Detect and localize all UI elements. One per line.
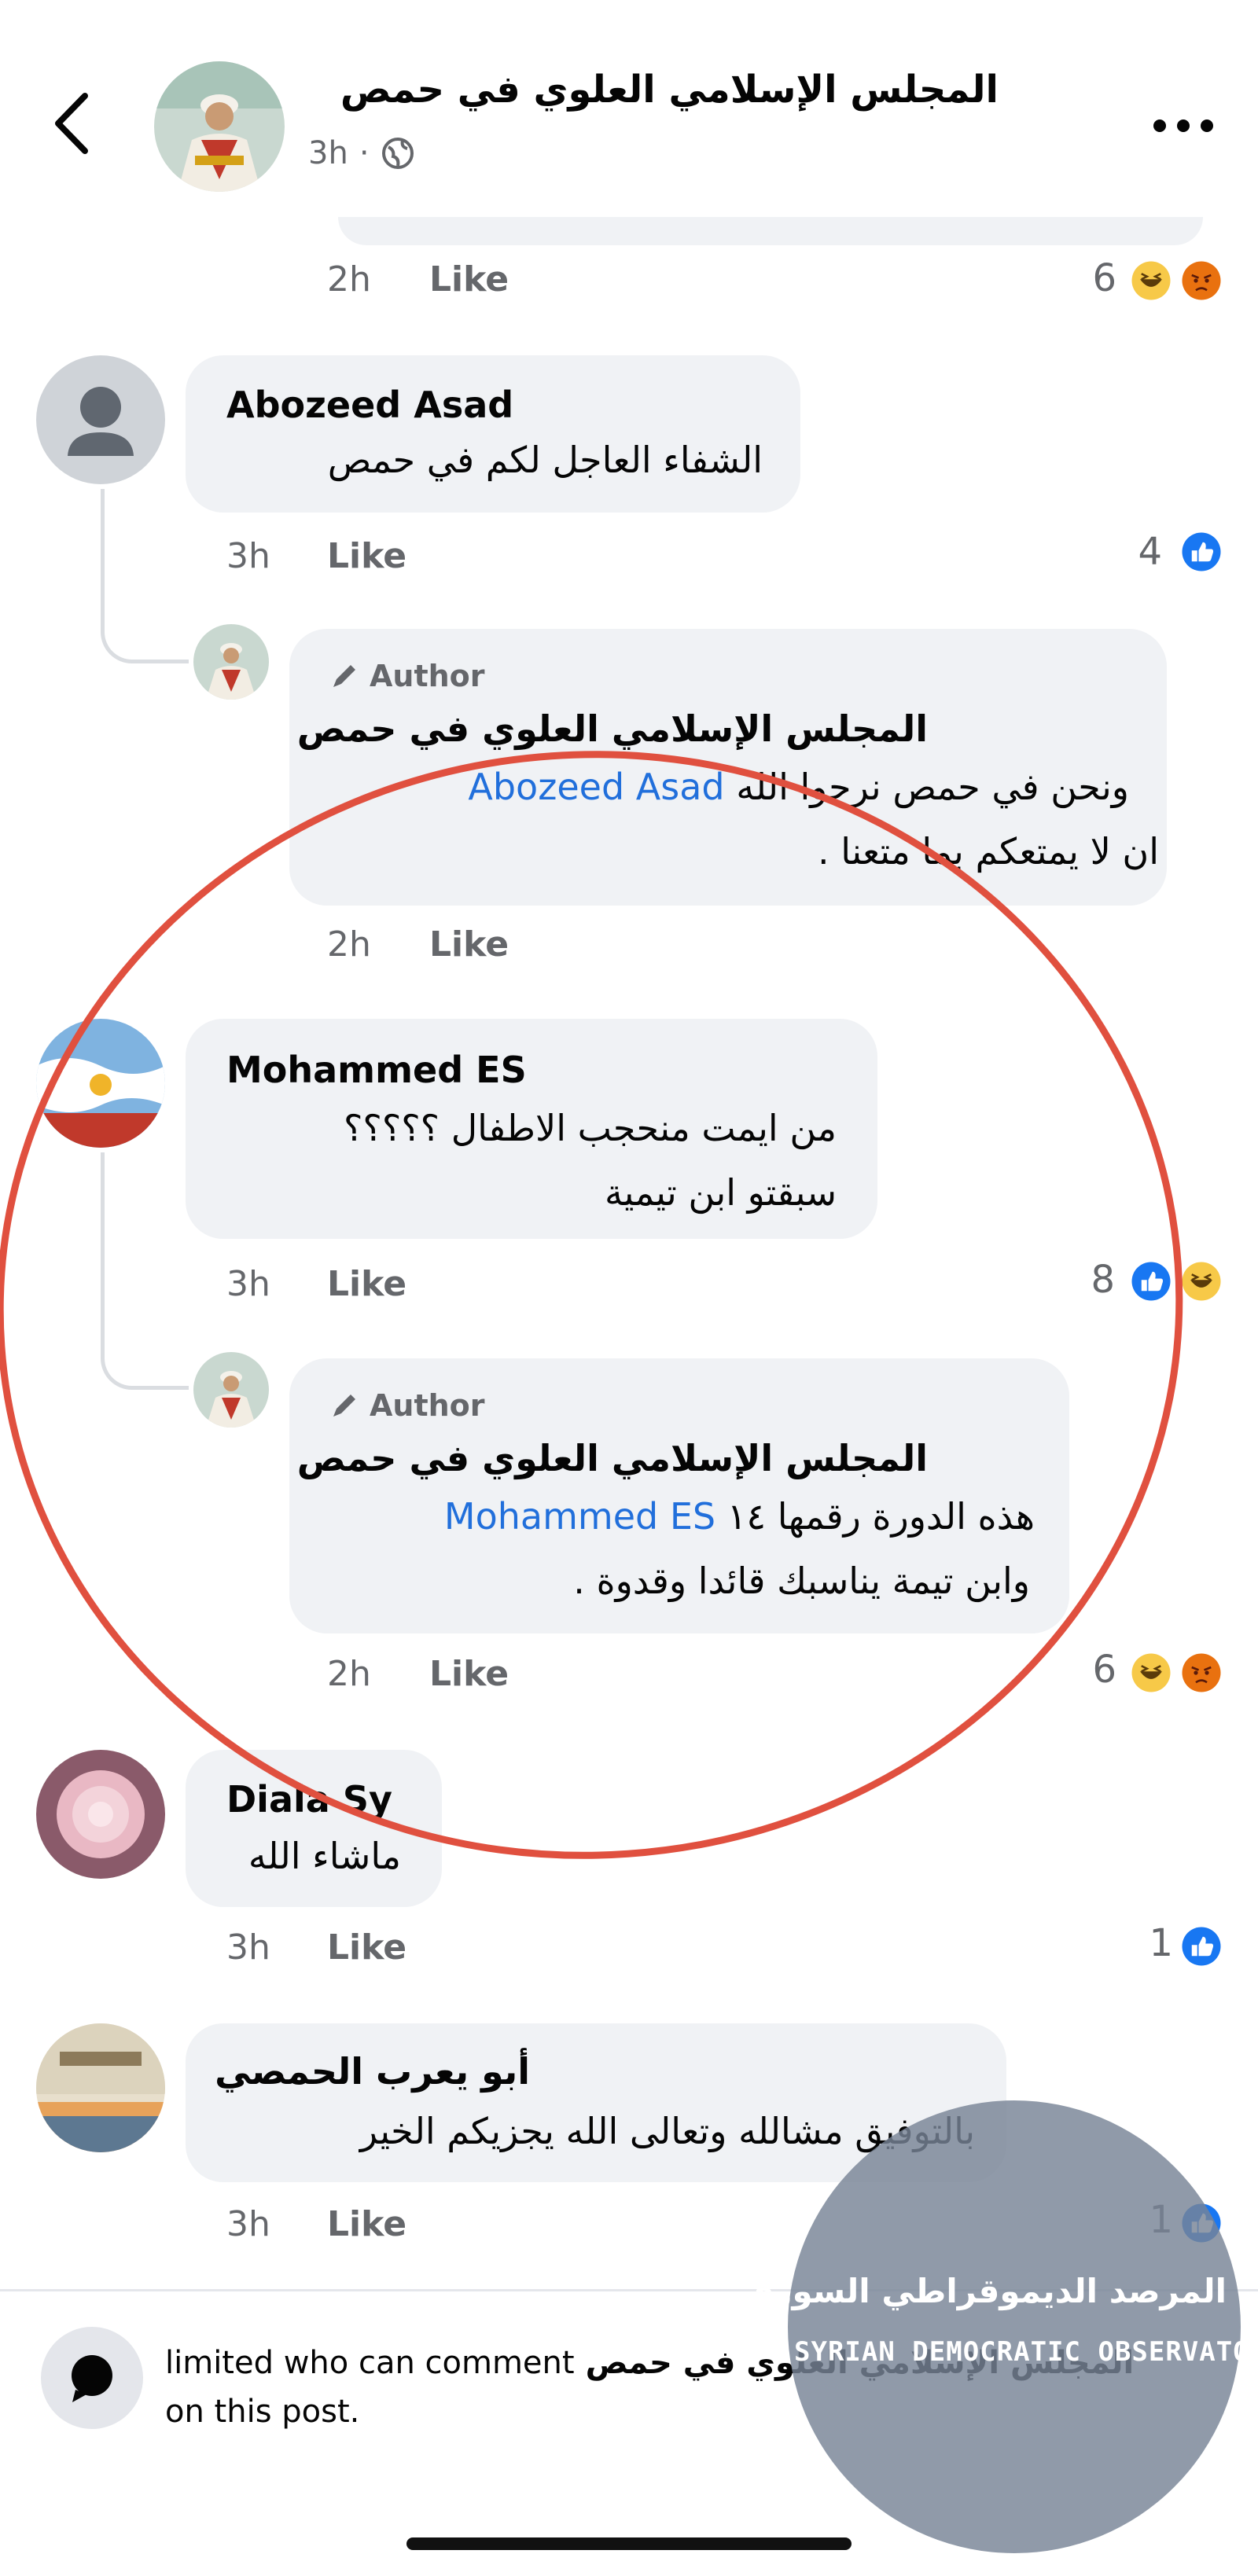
- angry-reaction-icon: [1176, 255, 1227, 306]
- watermark-arabic: المرصد الديموقراطي السوري: [742, 2272, 1227, 2310]
- haha-reaction-icon: [1126, 255, 1176, 306]
- comment-time[interactable]: 3h: [226, 2204, 270, 2244]
- author-badge: Author: [329, 659, 485, 693]
- red-annotation-circle: [0, 751, 1183, 1859]
- post-time[interactable]: 3h: [308, 135, 348, 171]
- watermark-circle: [788, 2100, 1241, 2553]
- reaction-count[interactable]: 1: [1126, 1921, 1173, 1965]
- thread-connector: [101, 489, 189, 663]
- comment-time[interactable]: 3h: [226, 536, 270, 576]
- like-button[interactable]: Like: [327, 1927, 406, 1968]
- comment-text: الشفاء العاجل لكم في حمص: [327, 439, 763, 481]
- comment-time[interactable]: 2h: [327, 259, 371, 299]
- like-reaction-icon: [1176, 527, 1227, 577]
- back-button[interactable]: [49, 88, 96, 159]
- like-button[interactable]: Like: [327, 536, 406, 576]
- reply-avatar[interactable]: [193, 624, 269, 700]
- comment-restriction-badge: [41, 2327, 143, 2429]
- page-avatar[interactable]: [154, 61, 285, 192]
- comment-author[interactable]: أبو يعرب الحمصي: [215, 2050, 530, 2093]
- post-header: المجلس الإسلامي العلوي في حمص 3h ·: [0, 0, 1258, 228]
- like-reaction-icon: [1176, 1921, 1227, 1972]
- speech-bubble-icon: [72, 2355, 112, 2402]
- more-options-button[interactable]: [1148, 102, 1219, 149]
- commenter-avatar[interactable]: [36, 355, 165, 484]
- comment-author[interactable]: Abozeed Asad: [226, 384, 513, 426]
- chevron-left-icon: [55, 93, 88, 154]
- more-dots-icon: [1153, 119, 1213, 132]
- post-meta: 3h ·: [308, 135, 415, 171]
- pencil-icon: [333, 665, 355, 687]
- comment-time[interactable]: 3h: [226, 1927, 270, 1968]
- home-indicator[interactable]: [406, 2537, 852, 2550]
- commenter-avatar[interactable]: [36, 2023, 165, 2152]
- meta-separator: ·: [359, 135, 370, 171]
- reaction-count[interactable]: 4: [1115, 530, 1162, 574]
- default-user-icon: [68, 387, 134, 456]
- like-button[interactable]: Like: [327, 2204, 406, 2244]
- watermark-english: SYRIAN DEMOCRATIC OBSERVATORY: [794, 2336, 1258, 2368]
- globe-icon: [381, 138, 414, 169]
- comment-bubble: [186, 355, 800, 513]
- like-button[interactable]: Like: [429, 259, 509, 299]
- reaction-count[interactable]: 6: [1069, 256, 1116, 300]
- page-title[interactable]: المجلس الإسلامي العلوي في حمص: [340, 68, 999, 112]
- previous-comment-bubble-edge: [338, 217, 1203, 245]
